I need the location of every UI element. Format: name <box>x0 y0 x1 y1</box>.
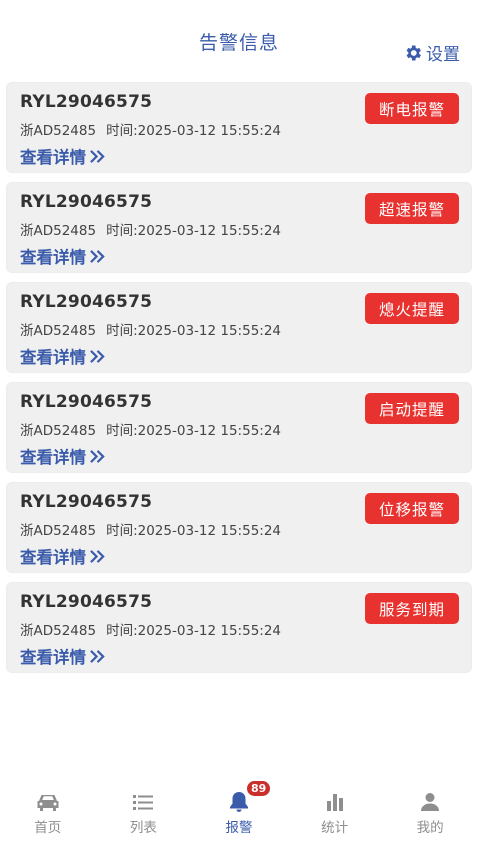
view-details-label: 查看详情 <box>20 148 86 167</box>
alert-card[interactable]: RYL29046575 浙AD52485 时间:2025-03-12 15:55:… <box>6 282 472 373</box>
car-icon <box>37 795 59 811</box>
tab-profile-label: 我的 <box>416 820 444 836</box>
device-id: RYL29046575 <box>20 492 153 512</box>
device-id: RYL29046575 <box>20 92 153 112</box>
double-chevron-right-icon <box>90 449 105 463</box>
tab-home[interactable]: 首页 <box>0 778 96 850</box>
alert-card[interactable]: RYL29046575 浙AD52485 时间:2025-03-12 15:55:… <box>6 582 472 673</box>
plate-number: 浙AD52485 <box>20 223 97 239</box>
bottom-tab-bar: 首页 列表 89 报警 统计 我的 <box>0 778 478 850</box>
view-details-link[interactable]: 查看详情 <box>20 244 106 268</box>
gear-icon <box>406 45 421 60</box>
alert-meta: 浙AD52485 时间:2025-03-12 15:55:24 <box>20 519 281 539</box>
alert-time: 时间:2025-03-12 15:55:24 <box>106 423 282 439</box>
double-chevron-right-icon <box>90 149 105 163</box>
alert-type-badge: 熄火提醒 <box>364 293 459 324</box>
alarm-count-badge: 89 <box>246 781 271 796</box>
alert-meta: 浙AD52485 时间:2025-03-12 15:55:24 <box>20 319 281 339</box>
alert-card[interactable]: RYL29046575 浙AD52485 时间:2025-03-12 15:55:… <box>6 82 472 173</box>
alert-meta: 浙AD52485 时间:2025-03-12 15:55:24 <box>20 419 281 439</box>
settings-button[interactable]: 设置 <box>403 40 460 65</box>
view-details-label: 查看详情 <box>20 448 86 467</box>
view-details-link[interactable]: 查看详情 <box>20 144 106 168</box>
alert-type-badge: 服务到期 <box>364 593 459 624</box>
tab-statistics[interactable]: 统计 <box>287 778 383 850</box>
alert-meta: 浙AD52485 时间:2025-03-12 15:55:24 <box>20 219 281 239</box>
alert-type-badge: 位移报警 <box>364 493 459 524</box>
view-details-label: 查看详情 <box>20 348 86 367</box>
device-id: RYL29046575 <box>20 592 153 612</box>
device-id: RYL29046575 <box>20 192 153 212</box>
device-id: RYL29046575 <box>20 292 153 312</box>
plate-number: 浙AD52485 <box>20 323 97 339</box>
alert-meta: 浙AD52485 时间:2025-03-12 15:55:24 <box>20 619 281 639</box>
tab-alarm-label: 报警 <box>225 820 253 836</box>
tab-alarm[interactable]: 89 报警 <box>191 778 287 850</box>
alert-type-badge: 启动提醒 <box>364 393 459 424</box>
view-details-label: 查看详情 <box>20 248 86 267</box>
view-details-label: 查看详情 <box>20 648 86 667</box>
plate-number: 浙AD52485 <box>20 523 97 539</box>
alert-time: 时间:2025-03-12 15:55:24 <box>106 123 282 139</box>
double-chevron-right-icon <box>90 649 105 663</box>
tab-list-label: 列表 <box>129 820 157 836</box>
alert-time: 时间:2025-03-12 15:55:24 <box>106 623 282 639</box>
plate-number: 浙AD52485 <box>20 123 97 139</box>
alert-type-badge: 断电报警 <box>364 93 459 124</box>
double-chevron-right-icon <box>90 549 105 563</box>
alert-card[interactable]: RYL29046575 浙AD52485 时间:2025-03-12 15:55:… <box>6 482 472 573</box>
alert-time: 时间:2025-03-12 15:55:24 <box>106 223 282 239</box>
alert-time: 时间:2025-03-12 15:55:24 <box>106 523 282 539</box>
plate-number: 浙AD52485 <box>20 423 97 439</box>
plate-number: 浙AD52485 <box>20 623 97 639</box>
double-chevron-right-icon <box>90 349 105 363</box>
view-details-label: 查看详情 <box>20 548 86 567</box>
view-details-link[interactable]: 查看详情 <box>20 644 106 668</box>
list-icon <box>133 795 154 810</box>
header: 告警信息 设置 <box>0 0 478 78</box>
alert-list: RYL29046575 浙AD52485 时间:2025-03-12 15:55:… <box>6 82 472 682</box>
alert-meta: 浙AD52485 时间:2025-03-12 15:55:24 <box>20 119 281 139</box>
tab-home-label: 首页 <box>34 820 62 836</box>
tab-list[interactable]: 列表 <box>96 778 192 850</box>
alert-type-badge: 超速报警 <box>364 193 459 224</box>
bar-chart-icon <box>326 794 343 811</box>
alert-card[interactable]: RYL29046575 浙AD52485 时间:2025-03-12 15:55:… <box>6 182 472 273</box>
view-details-link[interactable]: 查看详情 <box>20 544 106 568</box>
alert-time: 时间:2025-03-12 15:55:24 <box>106 323 282 339</box>
tab-statistics-label: 统计 <box>321 820 349 836</box>
alert-card[interactable]: RYL29046575 浙AD52485 时间:2025-03-12 15:55:… <box>6 382 472 473</box>
tab-profile[interactable]: 我的 <box>382 778 478 850</box>
device-id: RYL29046575 <box>20 392 153 412</box>
user-icon <box>421 793 440 811</box>
view-details-link[interactable]: 查看详情 <box>20 344 106 368</box>
settings-label: 设置 <box>426 45 460 65</box>
view-details-link[interactable]: 查看详情 <box>20 444 106 468</box>
double-chevron-right-icon <box>90 249 105 263</box>
